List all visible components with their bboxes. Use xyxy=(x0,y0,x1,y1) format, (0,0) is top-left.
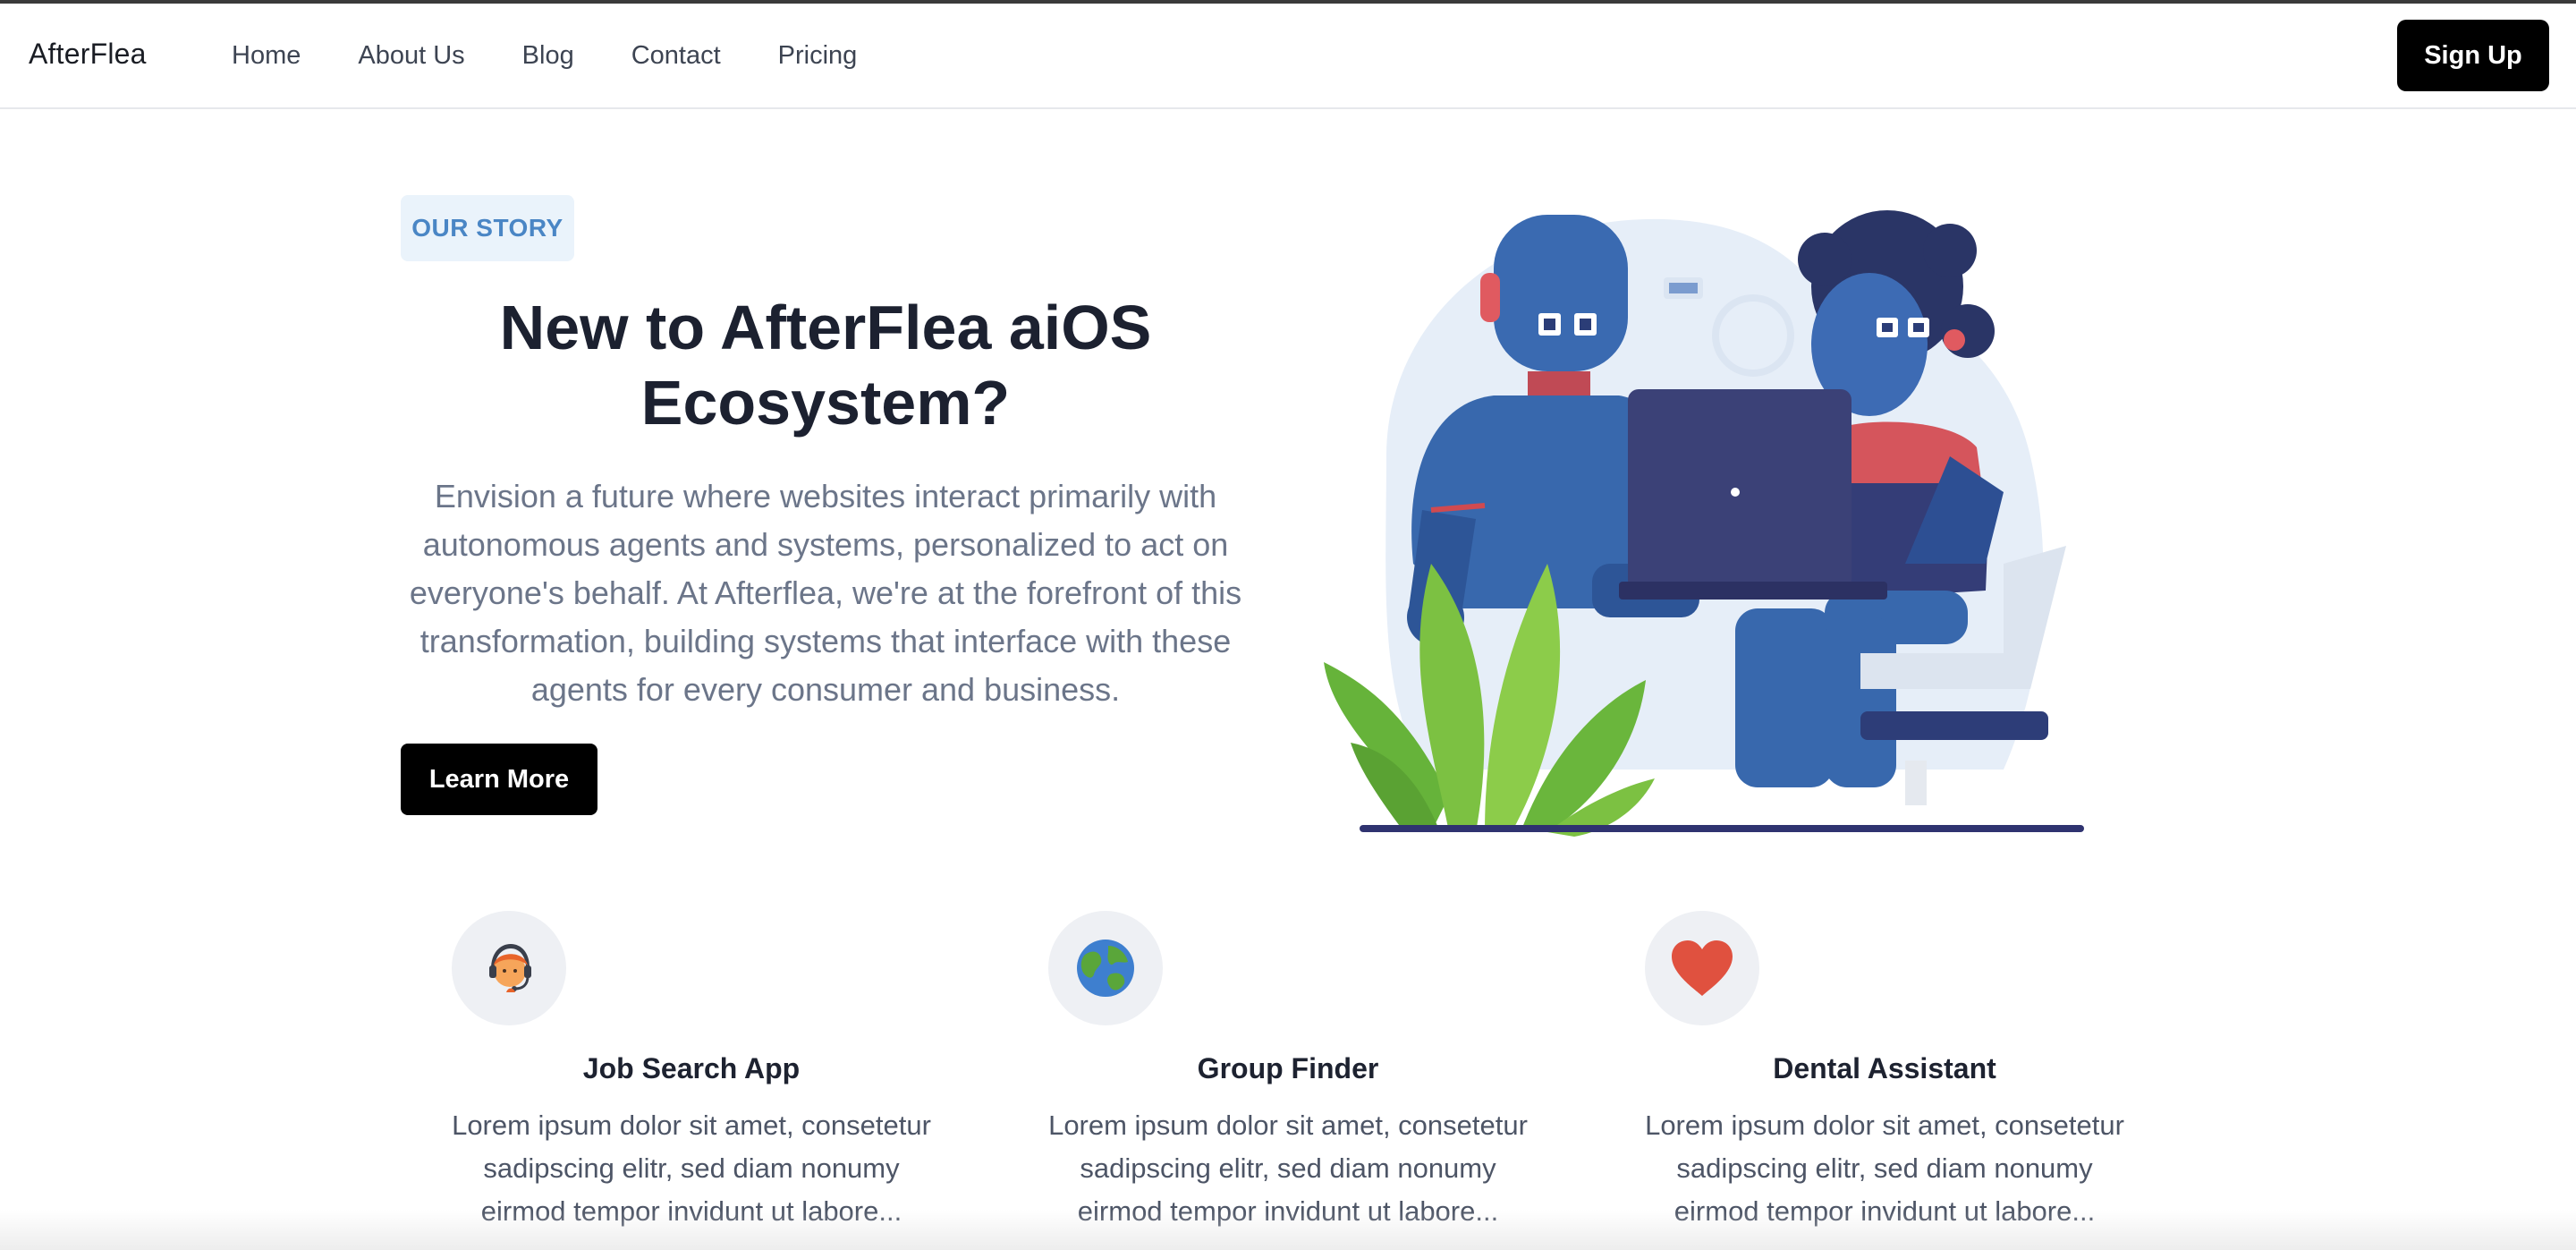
feature-line: Lorem ipsum dolor sit amet, consetetur xyxy=(1048,1110,1528,1141)
bottom-fade xyxy=(0,1210,2576,1250)
hero-text-line: transformation, building systems that in… xyxy=(419,623,1232,659)
hero-text-line: autonomous agents and systems, personali… xyxy=(422,526,1229,563)
hero-title-line-1: New to AfterFlea aiOS xyxy=(499,293,1152,362)
hero-title: New to AfterFlea aiOS Ecosystem? xyxy=(401,290,1250,440)
eyebrow-badge: OUR STORY xyxy=(401,195,574,261)
nav-pricing[interactable]: Pricing xyxy=(778,41,858,71)
brand-logo[interactable]: AfterFlea xyxy=(29,38,147,71)
feature-title: Dental Assistant xyxy=(1773,1052,1996,1084)
globe-icon xyxy=(1077,940,1134,997)
nav-about-us[interactable]: About Us xyxy=(358,41,464,71)
main-nav: Home About Us Blog Contact Pricing xyxy=(232,41,914,71)
feature-line: Lorem ipsum dolor sit amet, consetetur xyxy=(452,1110,931,1141)
learn-more-button[interactable]: Learn More xyxy=(401,744,597,815)
nav-home[interactable]: Home xyxy=(232,41,301,71)
feature-title: Group Finder xyxy=(1197,1052,1379,1084)
feature-title: Job Search App xyxy=(582,1052,801,1084)
nav-blog[interactable]: Blog xyxy=(522,41,574,71)
hero-illustration xyxy=(1324,210,2084,837)
sign-up-button[interactable]: Sign Up xyxy=(2397,20,2549,91)
feature-icon-circle xyxy=(1048,911,1163,1025)
nav-contact[interactable]: Contact xyxy=(631,41,721,71)
hero-text-line: agents for every consumer and business. xyxy=(530,671,1121,708)
support-agent-icon xyxy=(489,944,531,992)
feature-line: sadipscing elitr, sed diam nonumy xyxy=(1080,1152,1496,1184)
site-header: AfterFlea Home About Us Blog Contact Pri… xyxy=(0,4,2576,109)
hero-text-line: Envision a future where websites interac… xyxy=(434,478,1217,514)
hero-title-line-2: Ecosystem? xyxy=(640,368,1011,438)
laptop xyxy=(1619,389,1887,599)
feature-icon-circle xyxy=(1645,911,1759,1025)
floor-line xyxy=(1360,825,2084,832)
feature-line: Lorem ipsum dolor sit amet, consetetur xyxy=(1645,1110,2124,1141)
hero-text-line: everyone's behalf. At Afterflea, we're a… xyxy=(409,574,1242,611)
feature-line: sadipscing elitr, sed diam nonumy xyxy=(483,1152,900,1184)
hero-description: Envision a future where websites interac… xyxy=(401,472,1250,714)
feature-icon-circle xyxy=(452,911,566,1025)
feature-line: sadipscing elitr, sed diam nonumy xyxy=(1676,1152,2093,1184)
heart-icon xyxy=(1672,940,1733,996)
